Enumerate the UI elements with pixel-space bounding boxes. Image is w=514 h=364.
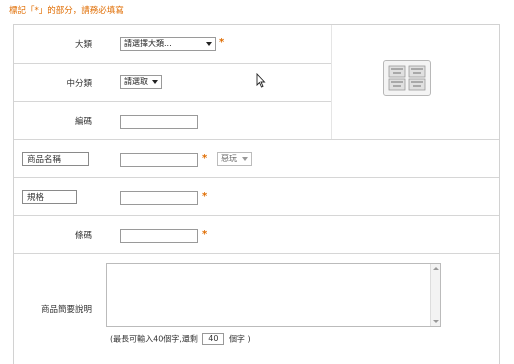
- char-limit-hint: (最長可輸入40個字,還剩 40 個字 ): [110, 333, 251, 345]
- code-input[interactable]: [120, 115, 198, 129]
- mouse-cursor-icon: [256, 73, 266, 88]
- row-subcategory: 中分類 請選取: [14, 63, 331, 102]
- row-category: 大類 請選擇大類... *: [14, 25, 331, 63]
- dropdown-arrow-icon: [152, 80, 158, 84]
- required-notice: 標記「*」的部分，請務必填寫: [9, 6, 124, 16]
- product-name-label-field[interactable]: [22, 152, 89, 166]
- subcategory-label: 中分類: [66, 79, 92, 89]
- scroll-up-icon[interactable]: [433, 267, 439, 270]
- required-mark: *: [202, 191, 208, 202]
- no-image-thumbnail[interactable]: [383, 60, 431, 96]
- row-barcode: 條碼 *: [14, 215, 499, 254]
- description-textarea[interactable]: [106, 263, 441, 327]
- subcategory-select[interactable]: 請選取: [120, 75, 162, 89]
- required-mark: *: [202, 153, 208, 164]
- spec-label-field[interactable]: [22, 190, 77, 204]
- row-code: 編碼: [14, 101, 331, 140]
- spec-input[interactable]: [120, 191, 198, 205]
- row-product-name: * 惡玩: [14, 139, 499, 178]
- required-mark: *: [202, 229, 208, 240]
- required-mark: *: [219, 37, 225, 48]
- product-name-select[interactable]: 惡玩: [217, 152, 252, 166]
- barcode-label: 條碼: [74, 231, 92, 241]
- category-select[interactable]: 請選擇大類...: [120, 37, 216, 51]
- no-image-icon: [388, 65, 426, 91]
- dropdown-arrow-icon: [242, 157, 248, 161]
- dropdown-arrow-icon: [206, 42, 212, 46]
- row-spec: *: [14, 177, 499, 216]
- description-label: 商品簡要說明: [40, 305, 92, 315]
- textarea-scrollbar[interactable]: [430, 264, 440, 326]
- category-label: 大類: [74, 40, 92, 50]
- product-name-input[interactable]: [120, 153, 198, 167]
- barcode-input[interactable]: [120, 229, 198, 243]
- scroll-down-icon[interactable]: [433, 320, 439, 323]
- code-label: 編碼: [74, 117, 92, 127]
- remaining-count: 40: [202, 333, 225, 345]
